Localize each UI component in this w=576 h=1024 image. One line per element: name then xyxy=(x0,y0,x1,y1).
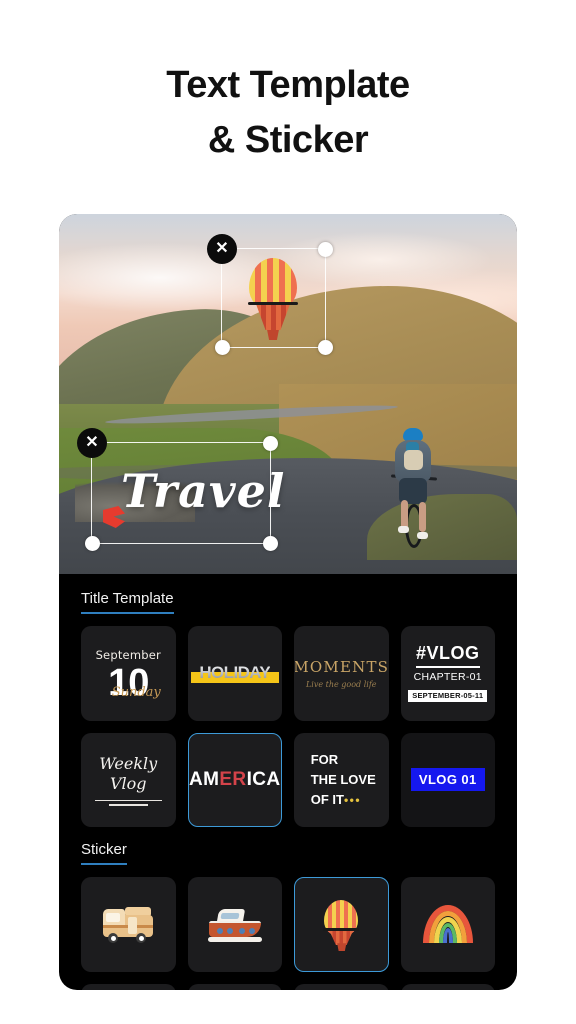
moments-subtitle: Live the good life xyxy=(305,679,377,689)
resize-handle-bottom-left[interactable] xyxy=(214,339,230,355)
weekly-vlog-word: Weekly Vlog xyxy=(99,753,158,793)
balloon-selection-frame[interactable]: ✕ xyxy=(207,234,333,355)
love-line-3-text: OF IT xyxy=(310,791,344,807)
vlog-hash-word: #VLOG xyxy=(415,642,480,668)
template-tile-moments[interactable]: MOMENTS Live the good life xyxy=(294,626,389,721)
template-art-america: AMERICA xyxy=(189,769,280,791)
sticker-tile-rv-camper[interactable] xyxy=(81,877,176,972)
text-resize-handle-bottom-left[interactable] xyxy=(84,535,100,551)
love-line-2: THE LOVE xyxy=(310,771,376,787)
weekly-vlog-rule-2 xyxy=(108,804,148,806)
template-tile-holiday[interactable]: HOLIDAY xyxy=(187,626,282,721)
template-month: September xyxy=(95,648,161,663)
love-dots: ••• xyxy=(343,792,362,807)
template-tile-vlog-chapter[interactable]: #VLOG CHAPTER-01 SEPTEMBER-05-11 xyxy=(400,626,495,721)
holiday-word: HOLIDAY xyxy=(199,663,271,683)
sticker-tile-bridge[interactable] xyxy=(187,983,282,990)
text-resize-handle-top-right[interactable] xyxy=(262,435,278,451)
title-template-grid: September 10 Sunday HOLIDAY MOMENTS Live… xyxy=(81,626,495,827)
template-art-moments: MOMENTS Live the good life xyxy=(294,657,389,689)
hot-air-balloon-icon xyxy=(314,897,368,952)
resize-handle-top-right[interactable] xyxy=(317,241,333,257)
rv-camper-icon xyxy=(101,897,155,951)
template-art-weekly-vlog: Weekly Vlog xyxy=(82,754,175,806)
moments-word: MOMENTS xyxy=(294,657,389,676)
template-tile-america[interactable]: AMERICA xyxy=(187,732,282,827)
america-part-1: AM xyxy=(189,768,220,790)
text-close-icon[interactable]: ✕ xyxy=(77,428,107,458)
text-selection-frame[interactable]: ✕ xyxy=(77,428,278,551)
sticker-tile-camera[interactable] xyxy=(400,983,495,990)
template-tile-vlog-01[interactable]: VLOG 01 xyxy=(400,732,495,827)
template-art-for-the-love-of-it: FOR THE LOVE OF IT••• xyxy=(307,750,376,810)
cyclist-shoe-right xyxy=(417,532,428,539)
template-script-word: Sunday xyxy=(111,685,161,701)
template-art-vlog-chapter: #VLOG CHAPTER-01 SEPTEMBER-05-11 xyxy=(408,642,488,704)
sticker-tile-boat[interactable] xyxy=(187,877,282,972)
app-panel: ✕ Travel ✕ Title Template September 10 S… xyxy=(59,214,517,990)
weekly-vlog-rule-1 xyxy=(94,799,162,802)
resize-handle-bottom-right[interactable] xyxy=(317,339,333,355)
title-template-section-label: Title Template xyxy=(81,590,174,614)
sticker-tile-rainbow[interactable] xyxy=(400,877,495,972)
page-title-line-1: Text Template xyxy=(166,64,410,106)
rainbow-icon xyxy=(421,897,475,951)
cyclist-backpack xyxy=(404,450,423,470)
photo-preview[interactable]: ✕ Travel ✕ xyxy=(59,214,517,574)
sticker-section-label: Sticker xyxy=(81,841,127,865)
cyclist-leg-right xyxy=(419,502,426,532)
vlog-date-range: SEPTEMBER-05-11 xyxy=(408,689,488,702)
boat-icon xyxy=(207,897,262,951)
love-line-3: OF IT••• xyxy=(311,790,376,810)
vlog-01-badge: VLOG 01 xyxy=(410,768,485,792)
template-tile-september-10[interactable]: September 10 Sunday xyxy=(81,626,176,721)
text-resize-handle-bottom-right[interactable] xyxy=(262,535,278,551)
sticker-tile-tent[interactable] xyxy=(81,983,176,990)
template-tile-for-the-love-of-it[interactable]: FOR THE LOVE OF IT••• xyxy=(294,732,389,827)
vlog-chapter-label: CHAPTER-01 xyxy=(413,670,482,683)
close-icon[interactable]: ✕ xyxy=(207,234,237,264)
template-tile-weekly-vlog[interactable]: Weekly Vlog xyxy=(81,732,176,827)
america-part-2: ER xyxy=(219,768,247,790)
sticker-tile-fire[interactable] xyxy=(294,983,389,990)
cyclist xyxy=(381,428,447,548)
page-title: Text Template & Sticker xyxy=(0,0,576,168)
editor-body: Title Template September 10 Sunday HOLID… xyxy=(59,574,517,990)
sticker-tile-hot-air-balloon[interactable] xyxy=(294,877,389,972)
cyclist-shoe-left xyxy=(398,526,409,533)
america-part-3: ICA xyxy=(246,768,281,790)
love-line-1: FOR xyxy=(310,751,339,767)
sticker-grid xyxy=(81,877,495,990)
template-art-september-10: September 10 Sunday xyxy=(95,647,161,703)
template-art-holiday: HOLIDAY xyxy=(189,663,282,684)
page-title-line-2: & Sticker xyxy=(207,119,369,162)
